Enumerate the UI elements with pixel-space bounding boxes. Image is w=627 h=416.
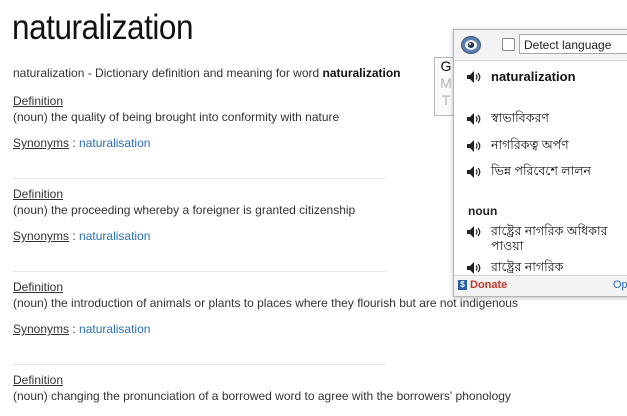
synonyms-link[interactable]: Synonyms [13, 322, 69, 336]
intro-text: naturalization - Dictionary definition a… [13, 66, 401, 80]
page-title: naturalization [12, 8, 194, 47]
translation-row: রাষ্ট্রের নাগরিক অধিকার পাওয়া [466, 224, 621, 254]
translation-row: রাষ্ট্রের নাগরিক [466, 260, 563, 275]
definition-block: Definition (noun) the quality of being b… [13, 94, 339, 150]
part-of-speech-label: noun [468, 204, 498, 218]
intro-word: naturalization [322, 66, 401, 80]
source-word: naturalization [491, 69, 576, 84]
speaker-icon[interactable] [466, 261, 482, 275]
translation-text: নাগরিকত্ব অর্পণ [491, 138, 569, 152]
source-language-select[interactable]: Detect language [519, 34, 627, 54]
synonyms-line: Synonyms : naturalisation [13, 322, 518, 336]
popup-header: Detect language [454, 30, 627, 61]
donate-label: Donate [470, 279, 508, 291]
definition-text: (noun) the introduction of animals or pl… [13, 296, 518, 310]
synonyms-link[interactable]: Synonyms [13, 229, 69, 243]
popup-footer: $ Donate Op [454, 275, 627, 296]
definition-link[interactable]: Definition [13, 280, 518, 296]
globe-icon[interactable] [460, 35, 482, 55]
speaker-icon[interactable] [466, 70, 482, 84]
synonyms-link[interactable]: Synonyms [13, 136, 69, 150]
translation-row: নাগরিকত্ব অর্পণ [466, 138, 569, 153]
divider [13, 271, 386, 272]
definition-block: Definition (noun) changing the pronuncia… [13, 373, 511, 407]
synonyms-separator: : [69, 322, 80, 336]
definition-text: (noun) changing the pronunciation of a b… [13, 389, 511, 403]
synonyms-line: Synonyms : naturalisation [13, 136, 339, 150]
translation-text: স্বাভাবিকরণ [491, 111, 549, 125]
translation-list: naturalization স্বাভাবিকরণ নাগরিকত্ব অর্… [454, 61, 627, 275]
divider [13, 178, 386, 179]
synonym-link[interactable]: naturalisation [79, 229, 150, 243]
paypal-icon: $ [458, 280, 467, 290]
definition-block: Definition (noun) the proceeding whereby… [13, 187, 355, 243]
translation-row: ভিন্ন পরিবেশে লালন [466, 164, 591, 179]
options-link[interactable]: Op [613, 279, 627, 291]
speaker-icon[interactable] [466, 112, 482, 126]
speaker-icon[interactable] [466, 225, 482, 239]
speaker-icon[interactable] [466, 165, 482, 179]
intro-prefix: naturalization - Dictionary definition a… [13, 66, 323, 80]
synonyms-separator: : [69, 136, 80, 150]
translation-head-row: naturalization [466, 69, 576, 84]
detect-checkbox[interactable] [502, 38, 515, 51]
definition-link[interactable]: Definition [13, 187, 355, 203]
definition-text: (noun) the proceeding whereby a foreigne… [13, 203, 356, 217]
synonym-link[interactable]: naturalisation [79, 322, 150, 336]
translator-popup: Detect language naturalization স্বাভাবিক… [453, 29, 627, 297]
translation-row: স্বাভাবিকরণ [466, 111, 549, 126]
speaker-icon[interactable] [466, 139, 482, 153]
translation-text: ভিন্ন পরিবেশে লালন [491, 164, 592, 178]
translation-text: রাষ্ট্রের নাগরিক [491, 260, 564, 274]
definition-block: Definition (noun) the introduction of an… [13, 280, 518, 336]
donate-button[interactable]: $ Donate [458, 279, 507, 291]
definition-text: (noun) the quality of being brought into… [13, 110, 340, 124]
divider [13, 364, 386, 365]
synonyms-separator: : [69, 229, 80, 243]
definition-link[interactable]: Definition [13, 373, 511, 389]
synonym-link[interactable]: naturalisation [79, 136, 150, 150]
translation-text: রাষ্ট্রের নাগরিক অধিকার পাওয়া [491, 224, 608, 253]
definition-link[interactable]: Definition [13, 94, 339, 110]
synonyms-line: Synonyms : naturalisation [13, 229, 355, 243]
